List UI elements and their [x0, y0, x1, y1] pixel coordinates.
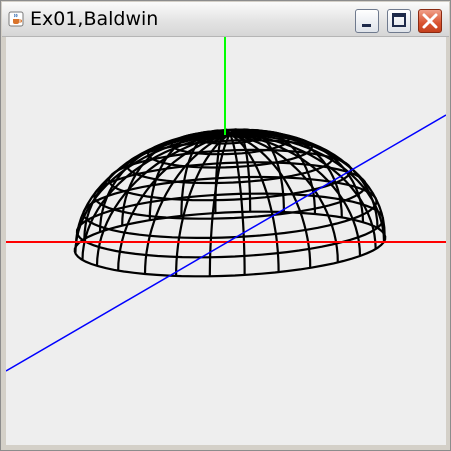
close-button[interactable]	[418, 9, 442, 33]
drawing-canvas[interactable]	[6, 37, 446, 445]
wireframe-meridian	[208, 133, 231, 277]
java-cup-icon[interactable]	[8, 11, 24, 27]
app-window: Ex01,Baldwin	[0, 0, 451, 451]
title-bar[interactable]: Ex01,Baldwin	[2, 2, 449, 37]
close-icon	[422, 13, 438, 29]
wireframe-meridian	[228, 133, 246, 275]
scene-svg	[6, 37, 446, 445]
minimize-button[interactable]	[355, 9, 379, 33]
minimize-icon	[362, 24, 371, 27]
maximize-button[interactable]	[387, 9, 411, 33]
window-title: Ex01,Baldwin	[30, 8, 159, 30]
maximize-icon	[392, 13, 406, 27]
ellipsoid-wireframe	[73, 128, 387, 278]
wireframe-meridian	[229, 133, 280, 273]
